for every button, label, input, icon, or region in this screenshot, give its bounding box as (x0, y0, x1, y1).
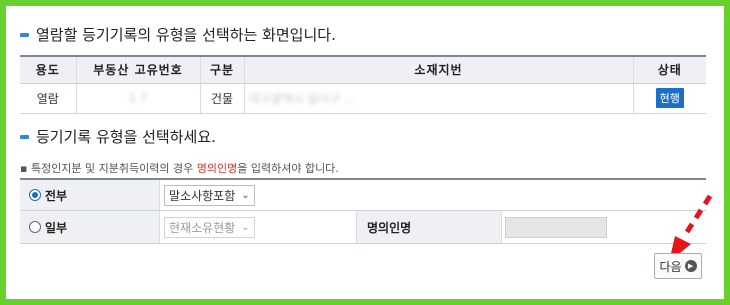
arrow-right-icon: ▶ (684, 260, 697, 272)
title-bar-icon (20, 32, 29, 37)
part-range-value: 현재소유현황 (169, 220, 236, 235)
option-row-part: 일부 현재소유현황 ⌄ 명의인명 (20, 211, 706, 244)
page-title-text: 열람할 등기기록의 유형을 선택하는 화면입니다. (36, 26, 336, 44)
all-range-select[interactable]: 말소사항포함 ⌄ (164, 184, 255, 206)
radio-all-label: 전부 (45, 188, 68, 203)
col-header-purpose: 용도 (20, 55, 76, 84)
owner-name-input[interactable] (505, 216, 607, 238)
radio-part-label: 일부 (45, 220, 68, 235)
all-range-value: 말소사항포함 (169, 188, 236, 203)
section-title: 등기기록 유형을 선택하세요. (20, 126, 216, 147)
owner-input-cell (502, 211, 607, 243)
cell-unique-no: 1 7 (75, 83, 200, 114)
chevron-down-icon: ⌄ (241, 221, 250, 233)
part-range-select[interactable]: 현재소유현황 ⌄ (164, 216, 255, 238)
status-badge: 현행 (655, 88, 684, 108)
chevron-down-icon: ⌄ (241, 189, 250, 201)
radio-all[interactable]: 전부 (20, 180, 160, 210)
radio-unchecked-icon[interactable] (29, 221, 41, 233)
record-type-form: 전부 말소사항포함 ⌄ 일부 현재소유현황 ⌄ 명의인명 (20, 178, 706, 244)
notice-highlight: 명의인명 (196, 162, 238, 175)
owner-name-label: 명의인명 (356, 211, 502, 243)
title-bar-icon (20, 134, 29, 139)
part-select-cell: 현재소유현황 ⌄ (160, 211, 356, 243)
address-text: 대구광역시 달서구 ... (248, 91, 356, 106)
notice-suffix: 을 입력하셔야 합니다. (237, 162, 339, 175)
cell-purpose: 열람 (20, 83, 76, 114)
cell-status: 현행 (632, 83, 706, 114)
next-button[interactable]: 다음 ▶ (654, 253, 702, 279)
col-header-type: 구분 (199, 55, 244, 84)
notice-prefix: ▪ 특정인지분 및 지분취득이력의 경우 (20, 162, 197, 175)
col-header-unique-no: 부동산 고유번호 (75, 55, 200, 84)
unique-no-text: 1 7 (128, 91, 148, 105)
notice-text: ▪ 특정인지분 및 지분취득이력의 경우 명의인명을 입력하셔야 합니다. (20, 160, 339, 176)
next-button-label: 다음 (659, 259, 682, 274)
option-row-all: 전부 말소사항포함 ⌄ (20, 180, 706, 211)
table-header-row: 용도 부동산 고유번호 구분 소재지번 상태 (20, 55, 706, 84)
page-title: 열람할 등기기록의 유형을 선택하는 화면입니다. (20, 24, 336, 45)
table-row: 열람 1 7 건물 대구광역시 달서구 ... 현행 (20, 83, 706, 114)
screenshot-frame (0, 0, 730, 305)
col-header-address: 소재지번 (243, 55, 633, 84)
col-header-status: 상태 (632, 55, 706, 84)
cell-type: 건물 (199, 83, 244, 114)
radio-part[interactable]: 일부 (20, 211, 160, 243)
section-title-text: 등기기록 유형을 선택하세요. (36, 128, 216, 146)
property-info-table: 용도 부동산 고유번호 구분 소재지번 상태 열람 1 7 건물 대구광역시 달… (20, 55, 706, 114)
radio-checked-icon[interactable] (29, 189, 41, 201)
cell-address: 대구광역시 달서구 ... (243, 83, 633, 114)
all-select-cell: 말소사항포함 ⌄ (160, 180, 356, 210)
